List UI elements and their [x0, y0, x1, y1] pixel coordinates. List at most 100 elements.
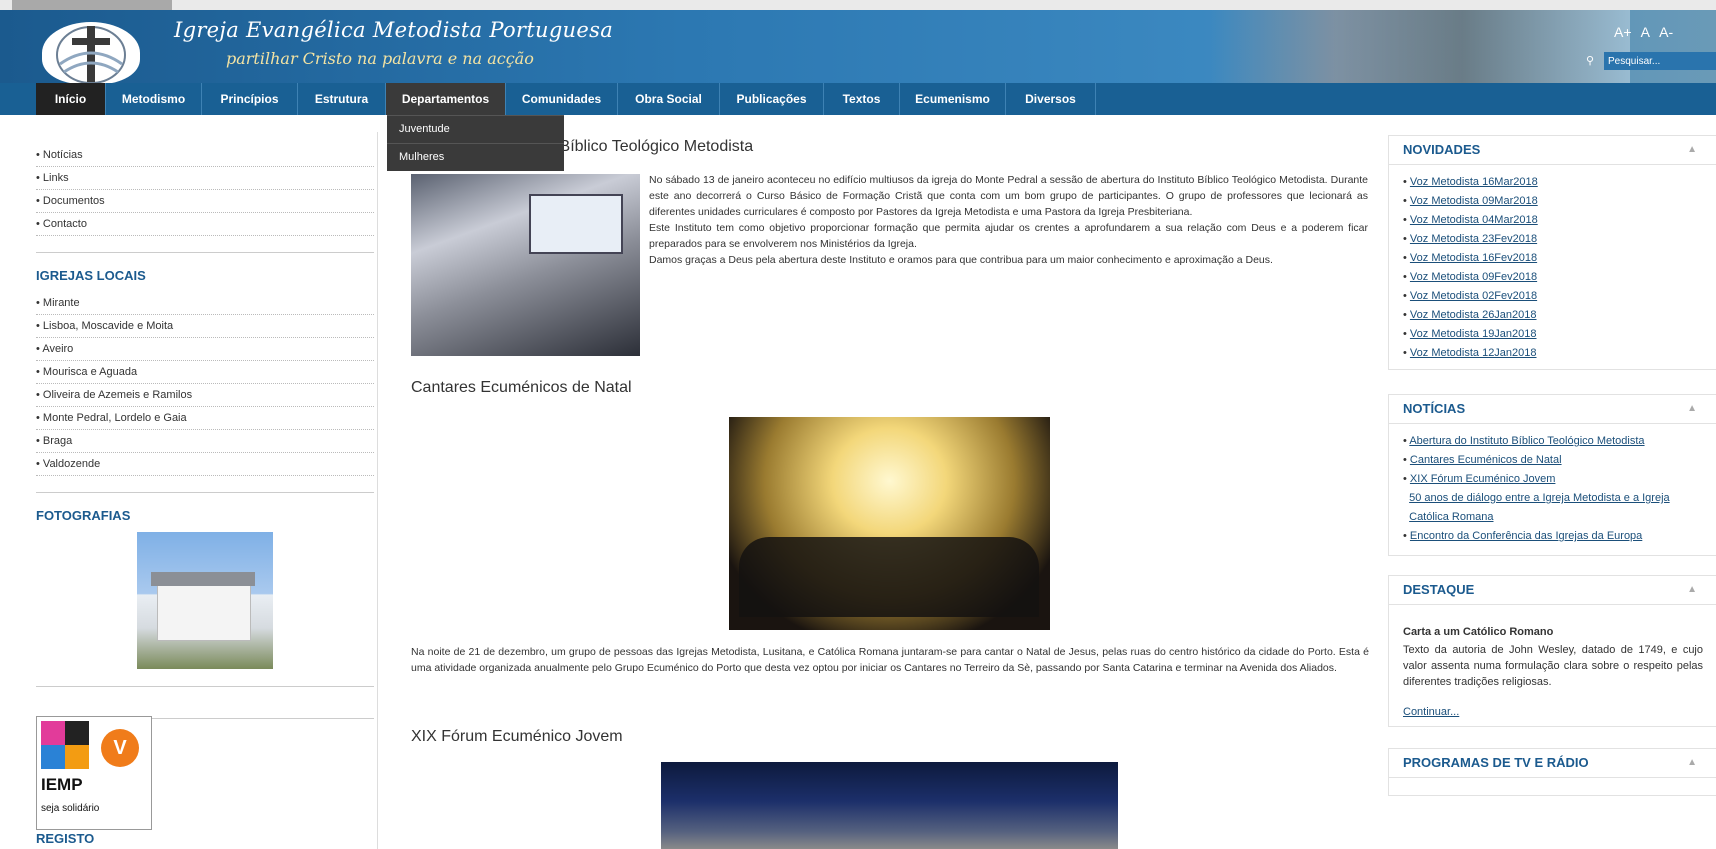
left-link-documentos[interactable]: • Documentos [36, 190, 374, 213]
church-logo[interactable] [42, 22, 140, 83]
nav-diversos[interactable]: Diversos [1006, 83, 1096, 115]
continuar-link[interactable]: Continuar... [1403, 703, 1459, 722]
nav-estrutura[interactable]: Estrutura [298, 83, 386, 115]
column-divider [377, 132, 378, 849]
destaque-box: DESTAQUE ▲ Carta a um Católico Romano Tex… [1388, 575, 1716, 727]
noticia-item[interactable]: • Abertura do Instituto Bíblico Teológic… [1403, 432, 1645, 451]
puzzle-piece-icon [41, 721, 65, 745]
noticia-item[interactable]: • Encontro da Conferência das Igrejas da… [1403, 527, 1642, 546]
nav-ecumenismo[interactable]: Ecumenismo [900, 83, 1006, 115]
igreja-item[interactable]: • Lisboa, Moscavide e Moita [36, 315, 374, 338]
article-title[interactable]: Cantares Ecuménicos de Natal [411, 379, 632, 397]
novidades-box: NOVIDADES ▲ • Voz Metodista 16Mar2018 • V… [1388, 135, 1716, 370]
article-title[interactable]: XIX Fórum Ecuménico Jovem [411, 728, 623, 746]
nav-principios[interactable]: Princípios [202, 83, 298, 115]
igreja-item[interactable]: • Valdozende [36, 453, 374, 476]
nav-inicio[interactable]: Início [36, 83, 106, 115]
nav-metodismo[interactable]: Metodismo [106, 83, 202, 115]
novidade-item[interactable]: • Voz Metodista 26Jan2018 [1403, 306, 1537, 325]
nav-publicacoes[interactable]: Publicações [720, 83, 824, 115]
main-nav: Início Metodismo Princípios Estrutura De… [0, 83, 1716, 115]
novidade-item[interactable]: • Voz Metodista 23Fev2018 [1403, 230, 1537, 249]
dropdown-item-mulheres[interactable]: Mulheres [387, 143, 564, 171]
dropdown-item-juventude[interactable]: Juventude [387, 115, 564, 143]
registo-heading: REGISTO [36, 831, 95, 846]
article-paragraph: Damos graças a Deus pela abertura deste … [649, 254, 1273, 266]
noticias-box: NOTÍCIAS ▲ • Abertura do Instituto Bíblic… [1388, 394, 1716, 556]
programas-header[interactable]: PROGRAMAS DE TV E RÁDIO ▲ [1389, 749, 1716, 778]
site-header: Igreja Evangélica Metodista Portuguesa p… [0, 10, 1716, 83]
font-increase-button[interactable]: A+ [1614, 24, 1632, 40]
puzzle-piece-icon [65, 721, 89, 745]
igreja-item[interactable]: • Aveiro [36, 338, 374, 361]
left-divider [36, 686, 374, 687]
iemp-label: IEMP [41, 775, 83, 794]
article-body: No sábado 13 de janeiro aconteceu no edi… [649, 172, 1368, 268]
house-roof [151, 572, 255, 586]
noticia-item[interactable]: 50 anos de diálogo entre a Igreja Metodi… [1403, 489, 1670, 508]
collapse-icon[interactable]: ▲ [1687, 749, 1697, 777]
cross-logo-icon [56, 26, 126, 83]
igreja-item[interactable]: • Mourisca e Aguada [36, 361, 374, 384]
igreja-item[interactable]: • Mirante [36, 292, 374, 315]
programas-box: PROGRAMAS DE TV E RÁDIO ▲ [1388, 748, 1716, 796]
puzzle-piece-icon [65, 745, 89, 769]
collapse-icon[interactable]: ▲ [1687, 136, 1697, 164]
left-divider [36, 492, 374, 493]
site-title: Igreja Evangélica Metodista Portuguesa [174, 18, 614, 42]
destaque-header[interactable]: DESTAQUE ▲ [1389, 576, 1716, 605]
igreja-item[interactable]: • Braga [36, 430, 374, 453]
noticia-item[interactable]: Católica Romana [1403, 508, 1493, 527]
browser-strip [0, 0, 1716, 10]
noticias-header[interactable]: NOTÍCIAS ▲ [1389, 395, 1716, 424]
solidario-label: seja solidário [41, 803, 100, 814]
puzzle-piece-icon [41, 745, 65, 769]
left-link-contacto[interactable]: • Contacto [36, 213, 374, 236]
igreja-item[interactable]: • Oliveira de Azemeis e Ramilos [36, 384, 374, 407]
novidade-item[interactable]: • Voz Metodista 02Fev2018 [1403, 287, 1537, 306]
article-photo-instituto[interactable] [411, 174, 640, 356]
destaque-text: Texto da autoria de John Wesley, datado … [1403, 644, 1703, 688]
font-reset-button[interactable]: A [1641, 24, 1650, 40]
noticia-item[interactable]: • XIX Fórum Ecuménico Jovem [1403, 470, 1555, 489]
novidade-item[interactable]: • Voz Metodista 09Fev2018 [1403, 268, 1537, 287]
departamentos-dropdown: Juventude Mulheres [387, 115, 564, 171]
article-paragraph: Este Instituto tem como objetivo proporc… [649, 222, 1368, 250]
article-body: Na noite de 21 de dezembro, um grupo de … [411, 646, 1369, 674]
novidade-item[interactable]: • Voz Metodista 16Mar2018 [1403, 173, 1538, 192]
novidade-item[interactable]: • Voz Metodista 12Jan2018 [1403, 344, 1537, 363]
left-link-links[interactable]: • Links [36, 167, 374, 190]
font-decrease-button[interactable]: A- [1659, 24, 1673, 40]
novidade-item[interactable]: • Voz Metodista 09Mar2018 [1403, 192, 1538, 211]
article-paragraph: No sábado 13 de janeiro aconteceu no edi… [649, 174, 1368, 218]
photo-house[interactable] [137, 532, 273, 669]
site-subtitle: partilhar Cristo na palavra e na acção [226, 49, 534, 68]
article-photo-natal[interactable] [729, 417, 1050, 630]
house-shape [157, 584, 251, 641]
novidade-item[interactable]: • Voz Metodista 04Mar2018 [1403, 211, 1538, 230]
search-input[interactable] [1604, 52, 1716, 70]
noticia-item[interactable]: • Cantares Ecuménicos de Natal [1403, 451, 1562, 470]
left-divider [36, 252, 374, 253]
nav-obra-social[interactable]: Obra Social [618, 83, 720, 115]
left-link-noticias[interactable]: • Notícias [36, 144, 374, 167]
novidades-header[interactable]: NOVIDADES ▲ [1389, 136, 1716, 165]
seja-solidario-badge[interactable]: V IEMP seja solidário [36, 716, 152, 830]
igrejas-locais-heading: IGREJAS LOCAIS [36, 268, 146, 283]
collapse-icon[interactable]: ▲ [1687, 395, 1697, 423]
collapse-icon[interactable]: ▲ [1687, 576, 1697, 604]
nav-departamentos[interactable]: Departamentos [386, 83, 506, 115]
font-size-controls: A+ A A- [1614, 24, 1679, 40]
search-icon: ⚲ [1586, 55, 1595, 67]
article-photo-forum[interactable] [661, 762, 1118, 849]
header-photo-banner [1210, 10, 1630, 83]
novidade-item[interactable]: • Voz Metodista 19Jan2018 [1403, 325, 1537, 344]
nav-textos[interactable]: Textos [824, 83, 900, 115]
volunteer-badge-icon: V [101, 729, 139, 767]
browser-tab[interactable] [12, 0, 172, 10]
igreja-item[interactable]: • Monte Pedral, Lordelo e Gaia [36, 407, 374, 430]
novidade-item[interactable]: • Voz Metodista 16Fev2018 [1403, 249, 1537, 268]
group-silhouette [739, 537, 1039, 617]
fotografias-heading: FOTOGRAFIAS [36, 508, 131, 523]
nav-comunidades[interactable]: Comunidades [506, 83, 618, 115]
